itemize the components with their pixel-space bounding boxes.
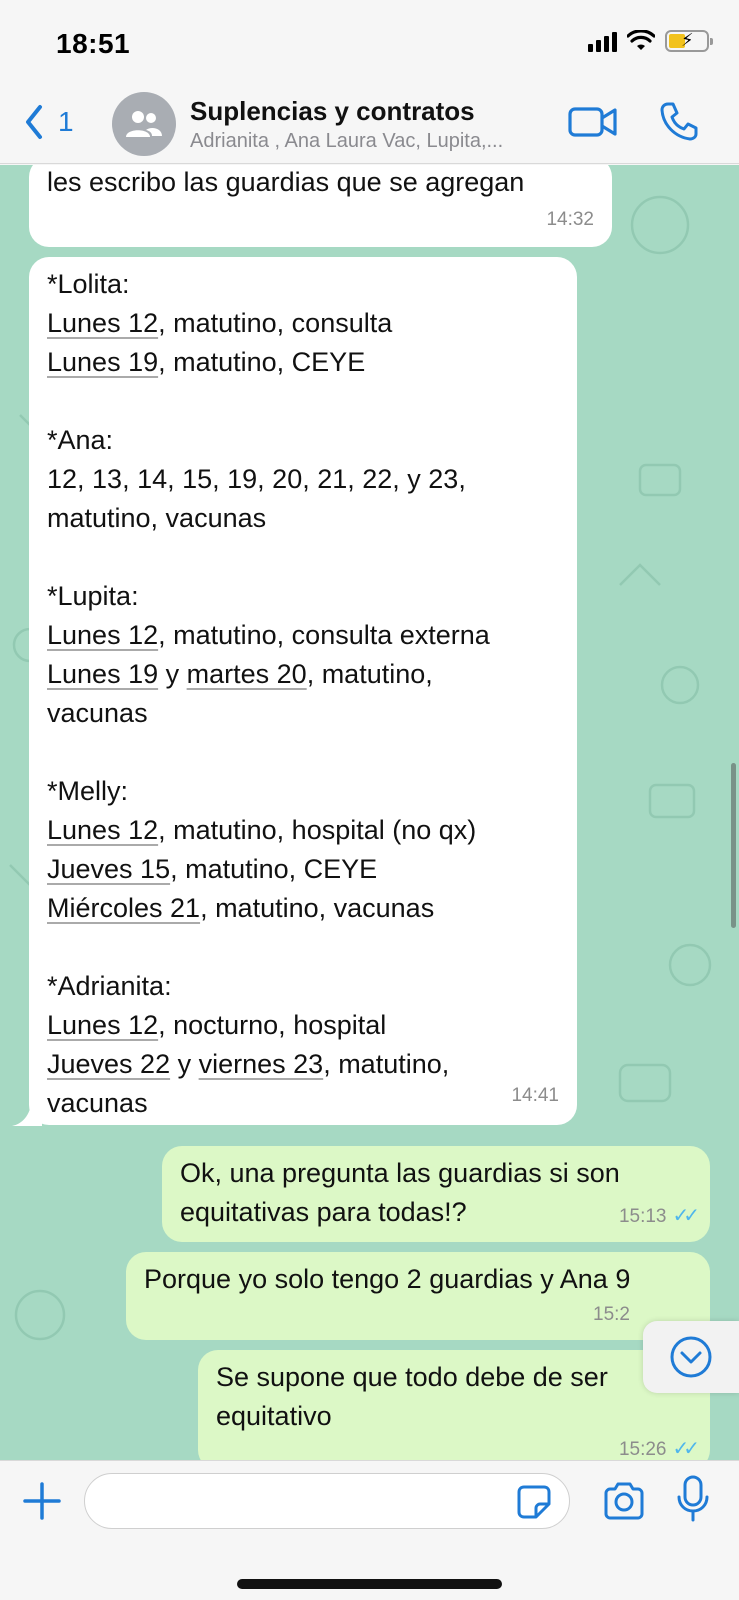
schedule-line: Jueves 15, matutino, CEYE [47, 854, 378, 884]
scroll-to-bottom-button[interactable] [643, 1321, 739, 1393]
sticker-icon[interactable] [516, 1484, 552, 1520]
input-bar [0, 1460, 739, 1600]
schedule-line: vacunas [47, 698, 148, 728]
schedule-line: vacunas [47, 1088, 148, 1118]
message-time-row: 15:26 ✓✓ [618, 1430, 700, 1460]
unread-count: 1 [58, 106, 74, 137]
message-time-row: 15:2 [593, 1295, 630, 1334]
date-link[interactable]: viernes 23 [199, 1049, 324, 1079]
date-link[interactable]: Lunes 12 [47, 815, 158, 845]
chat-title[interactable]: Suplencias y contratos [190, 96, 475, 127]
camera-icon[interactable] [602, 1481, 646, 1521]
message-bubble-outgoing[interactable]: Porque yo solo tengo 2 guardias y Ana 9 … [126, 1252, 710, 1340]
scrollbar[interactable] [731, 763, 736, 928]
read-ticks-icon: ✓✓ [672, 1205, 699, 1227]
read-ticks-icon: ✓✓ [672, 1438, 699, 1460]
message-time-row: 15:13 ✓✓ [618, 1197, 700, 1236]
message-bubble-outgoing[interactable]: Ok, una pregunta las guardias si son equ… [162, 1146, 710, 1242]
schedule-line: Lunes 12, matutino, hospital (no qx) [47, 815, 477, 845]
date-link[interactable]: Jueves 15 [47, 854, 170, 884]
message-text: Ok, una pregunta las guardias si son equ… [180, 1154, 620, 1232]
microphone-icon[interactable] [676, 1475, 710, 1523]
schedule-line: Lunes 12, matutino, consulta externa [47, 620, 490, 650]
schedule-heading: *Lupita: [47, 581, 139, 611]
message-time: 15:26 [618, 1439, 667, 1460]
message-time: 15:13 [618, 1206, 667, 1227]
schedule-line: Lunes 12, matutino, consulta [47, 308, 393, 338]
schedule-line: Miércoles 21, matutino, vacunas [47, 893, 435, 923]
chevron-down-circle-icon [670, 1336, 712, 1378]
message-bubble-incoming[interactable]: les escribo las guardias que se agregan … [29, 165, 612, 247]
video-call-icon[interactable] [568, 104, 618, 140]
chat-members[interactable]: Adrianita , Ana Laura Vac, Lupita,... [190, 130, 550, 153]
message-line: Ok, una pregunta las guardias si son [180, 1158, 620, 1188]
date-link[interactable]: Lunes 19 [47, 347, 158, 377]
phone-icon[interactable] [658, 100, 700, 142]
message-time: 14:32 [546, 209, 594, 230]
message-line: Se supone que todo debe de ser [216, 1362, 608, 1392]
schedule-heading: *Adrianita: [47, 971, 172, 1001]
chat-header: 1 Suplencias y contratos Adrianita , Ana… [0, 92, 739, 164]
date-link[interactable]: Jueves 22 [47, 1049, 170, 1079]
battery-charging-icon: ⚡ [665, 30, 713, 52]
message-time: 14:41 [511, 1085, 559, 1106]
status-icons: ⚡ [588, 30, 713, 52]
message-line: equitativas para todas!? [180, 1197, 467, 1227]
message-text: Se supone que todo debe de ser equitativ… [216, 1358, 608, 1436]
schedule-heading: *Lolita: [47, 269, 130, 299]
message-bubble-outgoing[interactable]: Se supone que todo debe de ser equitativ… [198, 1350, 710, 1460]
home-indicator [237, 1579, 502, 1589]
chevron-left-icon [26, 105, 42, 139]
group-avatar-icon[interactable] [112, 92, 176, 156]
schedule-line: Jueves 22 y viernes 23, matutino, [47, 1049, 450, 1079]
message-time: 15:2 [593, 1304, 630, 1325]
chat-area[interactable]: les escribo las guardias que se agregan … [0, 165, 739, 1460]
schedule-line: matutino, vacunas [47, 503, 267, 533]
message-text: les escribo las guardias que se agregan [47, 167, 525, 197]
schedule-line: Lunes 12, nocturno, hospital [47, 1010, 387, 1040]
date-link[interactable]: Miércoles 21 [47, 893, 200, 923]
message-input[interactable] [84, 1473, 570, 1529]
schedule-line: 12, 13, 14, 15, 19, 20, 21, 22, y 23, [47, 464, 466, 494]
schedule-heading: *Melly: [47, 776, 129, 806]
schedule-heading: *Ana: [47, 425, 114, 455]
cellular-signal-icon [588, 30, 617, 52]
date-link[interactable]: Lunes 12 [47, 620, 158, 650]
date-link[interactable]: martes 20 [187, 659, 307, 689]
back-button[interactable]: 1 [20, 102, 74, 142]
plus-icon[interactable] [22, 1481, 62, 1521]
message-line: equitativo [216, 1401, 332, 1431]
message-bubble-incoming[interactable]: *Lolita: Lunes 12, matutino, consulta Lu… [29, 257, 577, 1125]
message-text: Porque yo solo tengo 2 guardias y Ana 9 [144, 1264, 631, 1294]
date-link[interactable]: Lunes 12 [47, 1010, 158, 1040]
message-text: *Lolita: Lunes 12, matutino, consulta Lu… [47, 265, 490, 1123]
bubble-tail [12, 1100, 42, 1126]
date-link[interactable]: Lunes 12 [47, 308, 158, 338]
schedule-line: Lunes 19 y martes 20, matutino, [47, 659, 433, 689]
status-bar: 18:51 ⚡ [0, 0, 739, 92]
status-time: 18:51 [56, 28, 131, 59]
schedule-line: Lunes 19, matutino, CEYE [47, 347, 366, 377]
date-link[interactable]: Lunes 19 [47, 659, 158, 689]
wifi-icon [627, 30, 655, 50]
